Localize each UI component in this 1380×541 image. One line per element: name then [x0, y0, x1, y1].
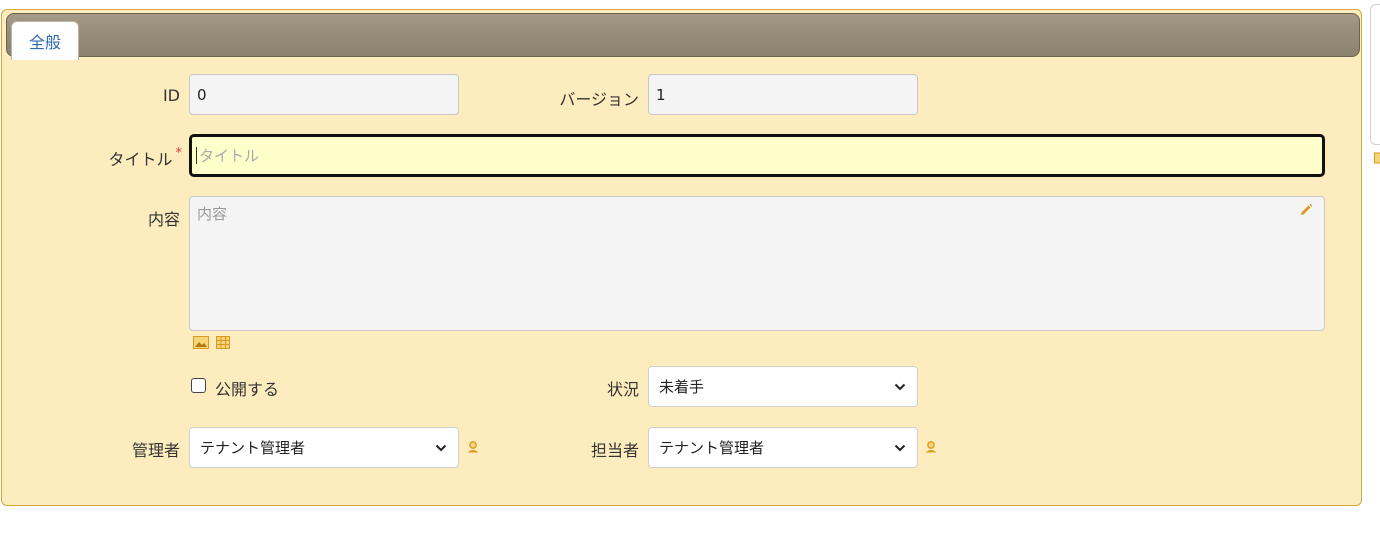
title-input[interactable]: タイトル [189, 134, 1325, 177]
id-field: 0 [189, 74, 459, 115]
table-icon[interactable] [216, 336, 230, 349]
version-value: 1 [656, 85, 666, 104]
id-label: ID [162, 86, 180, 105]
chevron-down-icon [435, 444, 447, 451]
pencil-icon[interactable] [1299, 203, 1313, 217]
side-card [1370, 4, 1380, 145]
manager-select[interactable]: テナント管理者 [189, 427, 459, 468]
chevron-down-icon [894, 383, 906, 390]
tab-bar: 全般 [6, 13, 1360, 60]
title-label-text: タイトル [108, 150, 173, 169]
owner-value: テナント管理者 [659, 439, 765, 457]
id-value: 0 [197, 85, 207, 104]
text-caret [196, 147, 197, 164]
version-label: バージョン [559, 90, 639, 109]
content-placeholder: 内容 [197, 205, 228, 223]
form-panel: 全般 ID 0 バージョン 1 タイトル * タイトル 内容 内容 公開する 状況… [1, 9, 1362, 506]
title-placeholder: タイトル [199, 147, 260, 165]
title-label: タイトル * [62, 146, 182, 170]
user-icon[interactable] [924, 440, 938, 454]
status-select[interactable]: 未着手 [648, 366, 918, 407]
publish-label: 公開する [215, 380, 280, 399]
owner-label: 担当者 [590, 441, 639, 460]
content-label: 内容 [147, 210, 180, 229]
manager-label: 管理者 [131, 441, 180, 460]
tab-general[interactable]: 全般 [11, 21, 79, 60]
manager-value: テナント管理者 [200, 439, 306, 457]
publish-checkbox[interactable] [191, 378, 206, 393]
content-textarea[interactable]: 内容 [189, 196, 1325, 331]
owner-select[interactable]: テナント管理者 [648, 427, 918, 468]
status-value: 未着手 [659, 378, 705, 396]
image-icon[interactable] [1374, 152, 1380, 164]
user-icon[interactable] [466, 440, 480, 454]
required-mark: * [175, 146, 183, 161]
version-field: 1 [648, 74, 918, 115]
image-icon[interactable] [193, 336, 209, 349]
chevron-down-icon [894, 444, 906, 451]
status-label: 状況 [606, 380, 639, 399]
